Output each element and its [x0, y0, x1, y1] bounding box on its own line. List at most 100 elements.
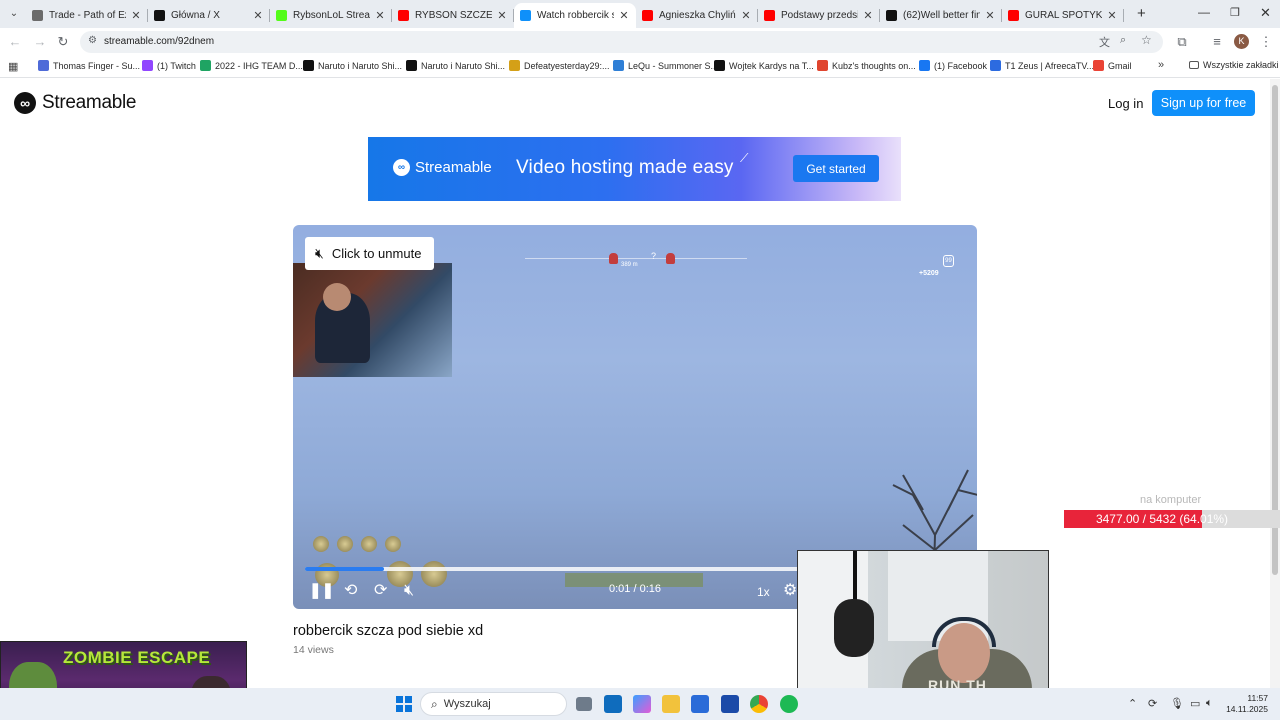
tab-item[interactable]: RybsonLoL Stream - ✕ — [270, 3, 392, 28]
bookmark-item[interactable]: Gmail — [1093, 60, 1132, 71]
time-display: 0:01 / 0:16 — [609, 583, 661, 595]
spotify-icon[interactable] — [780, 695, 798, 713]
tab-close-icon[interactable]: ✕ — [618, 9, 630, 22]
menu-icon[interactable]: ⋮ — [1258, 34, 1274, 50]
file-explorer-icon[interactable] — [662, 695, 680, 713]
microphone — [834, 599, 874, 657]
bookmark-item[interactable]: Kubz's thoughts on... — [817, 60, 916, 71]
tab-close-icon[interactable]: ✕ — [984, 9, 996, 22]
taskbar-clock[interactable]: 11:57 14.11.2025 — [1224, 693, 1268, 715]
bookmark-item[interactable]: (1) Facebook — [919, 60, 987, 71]
bookmark-label: Gmail — [1108, 60, 1132, 71]
bookmark-label: Thomas Finger - Su... — [53, 60, 141, 71]
tab-item[interactable]: Główna / X ✕ — [148, 3, 270, 28]
page-scrollbar[interactable] — [1270, 79, 1280, 688]
login-link[interactable]: Log in — [1108, 96, 1143, 111]
bookmark-item[interactable]: Naruto i Naruto Shi... — [406, 60, 505, 71]
url-text[interactable]: streamable.com/92dnem — [104, 36, 214, 47]
bookmark-favicon-icon — [714, 60, 725, 71]
back-icon[interactable]: ← — [7, 34, 23, 50]
promo-banner[interactable]: ∞ Streamable Video hosting made easy ⟋ G… — [368, 137, 901, 201]
tab-item[interactable]: Podstawy przedsiębi ✕ — [758, 3, 880, 28]
playback-speed-button[interactable]: 1x — [757, 585, 770, 599]
tray-chevron-icon[interactable]: ⌃ — [1128, 697, 1137, 710]
zoom-icon[interactable]: ⌕ — [1120, 34, 1126, 47]
more-bookmarks-icon[interactable]: » — [1158, 59, 1164, 71]
pause-button[interactable]: ❚❚ — [309, 582, 334, 600]
translate-icon[interactable]: 文 — [1099, 34, 1110, 50]
youtube-icon — [764, 10, 775, 21]
minimize-button[interactable]: — — [1198, 5, 1210, 19]
tab-close-icon[interactable]: ✕ — [496, 9, 508, 22]
banner-logo-icon: ∞ — [393, 159, 410, 176]
address-bar[interactable]: ⚙ streamable.com/92dnem 文 ⌕ ☆ — [80, 31, 1163, 53]
get-started-button[interactable]: Get started — [793, 155, 879, 182]
task-view-icon[interactable] — [576, 697, 592, 711]
tray-sync-icon[interactable]: ⟳ — [1148, 697, 1157, 710]
goal-progress-text: 3477.00 / 5432 (64.01%) — [1095, 512, 1229, 526]
bookmark-item[interactable]: LeQu - Summoner S... — [613, 60, 718, 71]
bookmark-item[interactable]: Wojtek Kardys na T... — [714, 60, 814, 71]
tab-search-button[interactable]: ⌄ — [6, 6, 22, 22]
bookmark-favicon-icon — [406, 60, 417, 71]
tray-volume-icon[interactable]: 🔈︎ — [1206, 697, 1213, 710]
streamable-logo-icon: ∞ — [14, 92, 36, 114]
tab-close-icon[interactable]: ✕ — [130, 9, 142, 22]
bookmark-item[interactable]: Naruto i Naruto Shi... — [303, 60, 402, 71]
forward-icon[interactable]: → — [32, 34, 48, 50]
tab-item[interactable]: (62)Well better find o ✕ — [880, 3, 1002, 28]
streamable-logo[interactable]: ∞ Streamable — [14, 92, 136, 114]
settings-gear-icon[interactable]: ⚙ — [783, 582, 797, 600]
apps-icon[interactable]: ▦ — [8, 60, 18, 73]
site-info-icon[interactable]: ⚙ — [88, 35, 97, 46]
tab-close-icon[interactable]: ✕ — [1106, 9, 1118, 22]
bookmark-item[interactable]: Thomas Finger - Su... — [38, 60, 140, 71]
chrome-icon[interactable] — [750, 695, 768, 713]
tab-active[interactable]: Watch robbercik szcz ✕ — [514, 3, 636, 28]
store-icon[interactable] — [691, 695, 709, 713]
new-tab-button[interactable]: + — [1137, 5, 1146, 22]
media-control-icon[interactable]: ≡ — [1209, 34, 1225, 50]
volume-muted-icon[interactable]: 🔇︎ — [404, 582, 414, 600]
start-button-icon[interactable] — [396, 696, 412, 712]
tray-display-icon[interactable]: ▭ — [1190, 697, 1200, 710]
ability-icon — [421, 561, 447, 587]
bookmark-item[interactable]: 2022 - IHG TEAM D... — [200, 60, 303, 71]
tiktok-icon — [886, 10, 897, 21]
tray-mic-icon[interactable]: 🎙︎ — [1170, 697, 1184, 710]
tab-item[interactable]: GURAL SPOTYKA GO ✕ — [1002, 3, 1124, 28]
close-window-button[interactable]: ✕ — [1260, 5, 1271, 21]
bookmarks-bar: ▦ Thomas Finger - Su... (1) Twitch 2022 - … — [0, 56, 1280, 78]
taskbar-search[interactable]: ⌕ Wyszukaj — [420, 692, 567, 716]
tab-close-icon[interactable]: ✕ — [252, 9, 264, 22]
tab-close-icon[interactable]: ✕ — [374, 9, 386, 22]
signup-button[interactable]: Sign up for free — [1152, 90, 1255, 116]
tab-item[interactable]: Agnieszka Chylińska ✕ — [636, 3, 758, 28]
app-icon[interactable] — [721, 695, 739, 713]
bookmark-star-icon[interactable]: ☆ — [1141, 33, 1152, 47]
bookmark-favicon-icon — [142, 60, 153, 71]
tab-close-icon[interactable]: ✕ — [862, 9, 874, 22]
tab-title: Podstawy przedsiębi — [781, 10, 858, 21]
bookmark-item[interactable]: (1) Twitch — [142, 60, 196, 71]
maximize-button[interactable]: ❐ — [1230, 6, 1240, 19]
copilot-icon[interactable] — [633, 695, 651, 713]
unmute-button[interactable]: 🔇︎ Click to unmute — [305, 237, 434, 270]
profile-avatar[interactable]: K — [1234, 34, 1249, 49]
ability-icon — [313, 536, 329, 552]
rewind-icon[interactable]: ⟲ — [344, 582, 357, 600]
game-ad-title: ZOMBIE ESCAPE — [63, 648, 211, 667]
bookmark-item[interactable]: Defeatyesterday29:... — [509, 60, 610, 71]
tab-item[interactable]: Trade - Path of Exile ✕ — [26, 3, 148, 28]
extensions-icon[interactable]: ⧉ — [1174, 34, 1190, 50]
tab-item[interactable]: RYBSON SZCZERZE O ✕ — [392, 3, 514, 28]
compass-line — [525, 258, 747, 259]
search-placeholder: Wyszukaj — [443, 698, 491, 710]
tab-close-icon[interactable]: ✕ — [740, 9, 752, 22]
all-bookmarks-folder[interactable]: Wszystkie zakładki — [1189, 60, 1279, 70]
fast-forward-icon[interactable]: ⟳ — [374, 582, 387, 600]
folder-icon — [1189, 61, 1199, 69]
bookmark-item[interactable]: T1 Zeus | AfreecaTV... — [990, 60, 1094, 71]
outlook-icon[interactable] — [604, 695, 622, 713]
reload-icon[interactable]: ↻ — [55, 34, 71, 50]
